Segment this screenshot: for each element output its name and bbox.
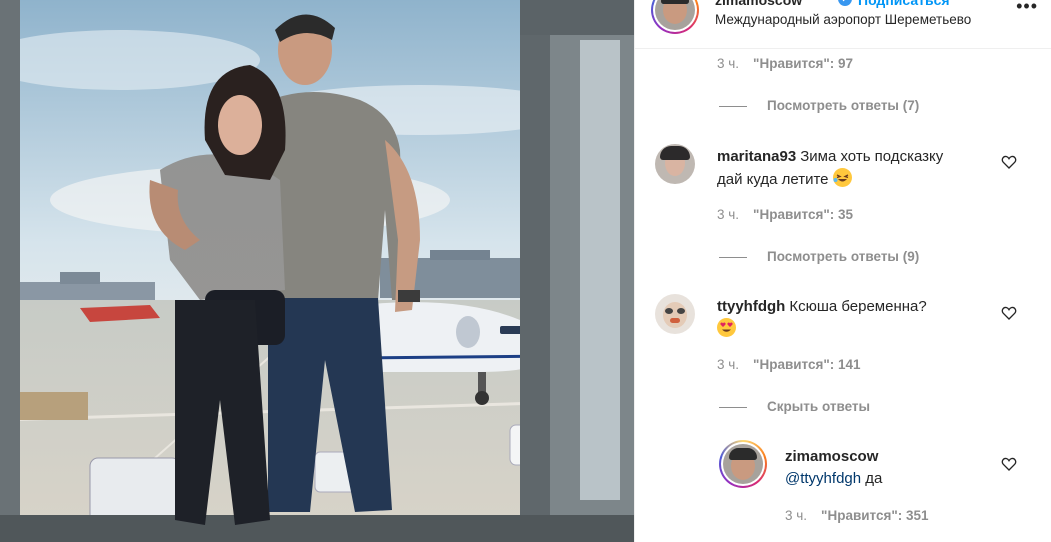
- post-header: zimamoscow ✓ Подписаться Международный а…: [635, 0, 1051, 49]
- comments-panel: zimamoscow ✓ Подписаться Международный а…: [634, 0, 1051, 542]
- view-replies-button[interactable]: Посмотреть ответы (7): [719, 98, 919, 113]
- comment-text: Зима хоть подсказку: [800, 148, 944, 165]
- comment-meta: 3 ч. "Нравится": 35: [717, 207, 853, 222]
- hide-replies-button[interactable]: Скрыть ответы: [719, 399, 870, 414]
- verified-badge-icon: ✓: [838, 0, 852, 6]
- reply-likes[interactable]: "Нравится": 351: [821, 508, 929, 523]
- comment-likes[interactable]: "Нравится": 35: [753, 207, 853, 222]
- reply-author-avatar[interactable]: [719, 440, 767, 488]
- view-replies-label: Посмотреть ответы (7): [767, 98, 920, 113]
- reply-body: zimamoscow @ttyyhfdgh да: [785, 446, 1005, 490]
- reply-text: да: [865, 470, 883, 487]
- more-options-icon[interactable]: •••: [1016, 0, 1038, 17]
- heart-icon[interactable]: [1001, 154, 1017, 170]
- comment-body: maritana93 Зима хоть подсказку дай куда л…: [717, 146, 997, 191]
- heart-eyes-emoji-icon: [717, 318, 736, 337]
- reply-time[interactable]: 3 ч.: [785, 508, 807, 523]
- hide-replies-label: Скрыть ответы: [767, 399, 871, 414]
- commenter-username[interactable]: ttyyhfdgh: [717, 298, 785, 315]
- replies-divider: [719, 105, 747, 107]
- comment-likes[interactable]: "Нравится": 141: [753, 357, 861, 372]
- replies-divider: [719, 256, 747, 258]
- comment-text: Ксюша беременна?: [789, 298, 927, 315]
- follow-button[interactable]: Подписаться: [858, 0, 950, 8]
- view-replies-label: Посмотреть ответы (9): [767, 249, 920, 264]
- laughing-emoji-icon: [832, 168, 852, 187]
- post-photo[interactable]: [0, 0, 634, 542]
- comment-time[interactable]: 3 ч.: [717, 56, 739, 71]
- replies-divider: [719, 406, 747, 408]
- author-username[interactable]: zimamoscow: [715, 0, 802, 8]
- comment-text-continued: дай куда летите: [717, 171, 829, 188]
- reply-meta: 3 ч. "Нравится": 351: [785, 508, 929, 523]
- reply-username[interactable]: zimamoscow: [785, 448, 878, 465]
- comment-likes[interactable]: "Нравится": 97: [753, 56, 853, 71]
- commenter-avatar[interactable]: [655, 294, 695, 334]
- reply-mention[interactable]: @ttyyhfdgh: [785, 470, 861, 487]
- comment-time[interactable]: 3 ч.: [717, 207, 739, 222]
- comment-meta: 3 ч. "Нравится": 97: [717, 56, 853, 71]
- commenter-avatar[interactable]: [655, 144, 695, 184]
- comment-time[interactable]: 3 ч.: [717, 357, 739, 372]
- heart-icon[interactable]: [1001, 305, 1017, 321]
- post-location[interactable]: Международный аэропорт Шереметьево: [715, 12, 971, 27]
- view-replies-button[interactable]: Посмотреть ответы (9): [719, 249, 919, 264]
- comment-body: ttyyhfdgh Ксюша беременна?: [717, 296, 997, 341]
- comment-meta: 3 ч. "Нравится": 141: [717, 357, 861, 372]
- heart-icon[interactable]: [1001, 456, 1017, 472]
- airport-photo-illustration: [0, 0, 634, 542]
- commenter-username[interactable]: maritana93: [717, 148, 796, 165]
- author-avatar[interactable]: [651, 0, 699, 34]
